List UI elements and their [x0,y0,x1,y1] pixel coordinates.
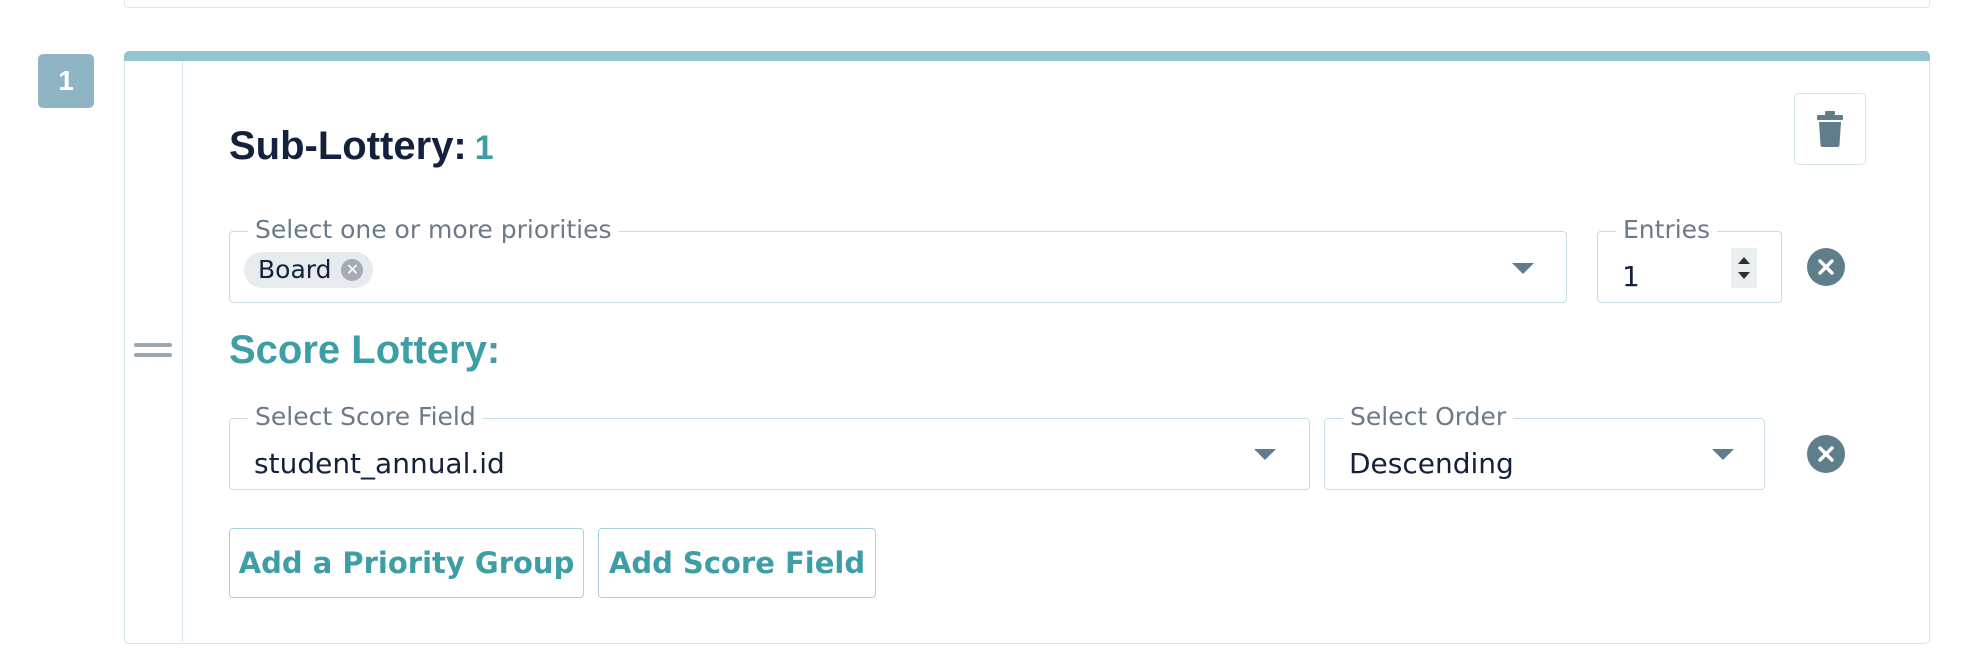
sub-lottery-index-badge: 1 [38,54,94,108]
priorities-select-label: Select one or more priorities [248,215,619,245]
priority-chip-board: Board ✕ [244,252,374,288]
remove-score-field-button[interactable] [1807,435,1845,473]
priority-chip-label: Board [258,255,332,284]
score-field-select[interactable]: Select Score Field student_annual.id [229,402,1310,490]
chevron-down-icon[interactable] [1254,449,1276,460]
spinner-up-icon[interactable] [1738,257,1750,264]
spinner-down-icon[interactable] [1738,272,1750,279]
score-field-select-label: Select Score Field [248,402,483,432]
entries-spinner[interactable] [1731,248,1757,288]
card-accent-bar [124,51,1930,61]
order-select-label: Select Order [1343,402,1514,432]
trash-icon [1817,111,1843,147]
entries-input[interactable]: Entries 1 [1597,215,1782,303]
priorities-select[interactable]: Select one or more priorities Board ✕ [229,215,1567,303]
close-icon [1818,259,1834,275]
drag-handle-icon[interactable] [134,343,172,361]
previous-card [124,0,1930,8]
close-icon [1818,446,1834,462]
sub-lottery-title: Sub-Lottery: 1 [229,124,494,169]
score-lottery-title: Score Lottery: [229,328,501,372]
order-select[interactable]: Select Order Descending [1324,402,1765,490]
sub-lottery-title-label: Sub-Lottery: [229,124,467,168]
chip-remove-icon[interactable]: ✕ [341,259,364,281]
order-value: Descending [1349,447,1514,480]
score-field-value: student_annual.id [254,447,505,480]
entries-value: 1 [1622,260,1640,293]
chevron-down-icon[interactable] [1512,263,1534,274]
sub-lottery-number: 1 [474,129,494,167]
delete-sub-lottery-button[interactable] [1794,93,1866,165]
remove-priority-button[interactable] [1807,248,1845,286]
add-score-field-button[interactable]: Add Score Field [598,528,876,598]
add-priority-group-button[interactable]: Add a Priority Group [229,528,584,598]
entries-input-label: Entries [1616,215,1718,245]
chevron-down-icon[interactable] [1712,449,1734,460]
